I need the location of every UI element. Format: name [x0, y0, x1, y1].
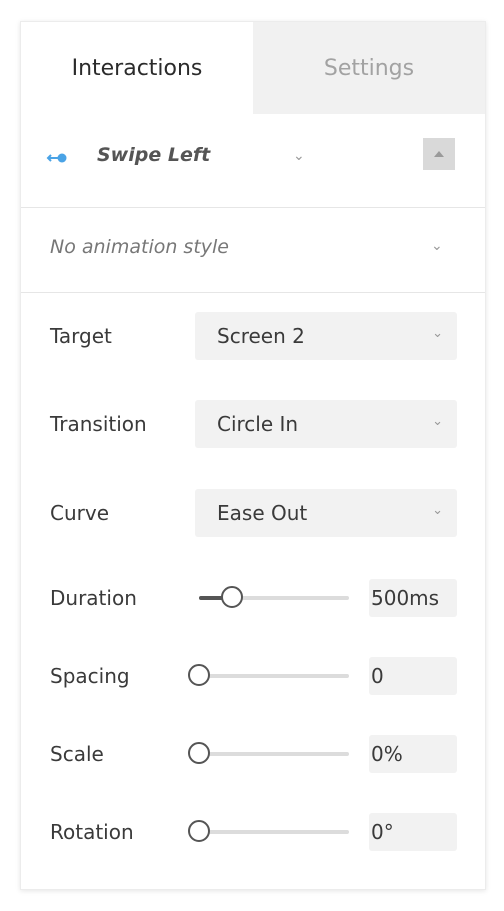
- curve-value: Ease Out: [217, 501, 308, 525]
- curve-select[interactable]: Ease Out ⌄: [195, 489, 457, 537]
- transition-select[interactable]: Circle In ⌄: [195, 400, 457, 448]
- scale-slider-handle[interactable]: [188, 742, 210, 764]
- rotation-slider[interactable]: [188, 820, 349, 842]
- spacing-slider[interactable]: [188, 664, 349, 686]
- chevron-down-icon: ⌄: [431, 238, 443, 254]
- spacing-input[interactable]: 0: [369, 657, 457, 695]
- chevron-down-icon: ⌄: [432, 503, 443, 518]
- tab-interactions[interactable]: Interactions: [21, 22, 253, 114]
- spacing-slider-handle[interactable]: [188, 664, 210, 686]
- tab-bar: Interactions Settings: [21, 22, 485, 114]
- duration-slider-handle[interactable]: [221, 586, 243, 608]
- animation-style-select[interactable]: No animation style ⌄: [21, 208, 485, 293]
- target-label: Target: [50, 324, 112, 348]
- target-value: Screen 2: [217, 324, 305, 348]
- duration-slider[interactable]: [199, 586, 349, 608]
- chevron-down-icon: ⌄: [432, 414, 443, 429]
- swipe-left-icon: [46, 153, 67, 163]
- rotation-slider-handle[interactable]: [188, 820, 210, 842]
- collapse-button[interactable]: [423, 138, 455, 170]
- chevron-up-icon: [434, 151, 444, 157]
- interactions-panel: Interactions Settings Swipe Left ⌄ No an…: [20, 21, 486, 890]
- scale-label: Scale: [50, 742, 104, 766]
- scale-input[interactable]: 0%: [369, 735, 457, 773]
- rotation-input[interactable]: 0°: [369, 813, 457, 851]
- tab-settings[interactable]: Settings: [253, 22, 485, 114]
- duration-input[interactable]: 500ms: [369, 579, 457, 617]
- chevron-down-icon: ⌄: [432, 326, 443, 341]
- duration-label: Duration: [50, 586, 137, 610]
- chevron-down-icon[interactable]: ⌄: [293, 148, 305, 164]
- curve-label: Curve: [50, 501, 110, 525]
- trigger-row[interactable]: Swipe Left ⌄: [21, 114, 485, 208]
- transition-label: Transition: [50, 412, 147, 436]
- animation-style-label: No animation style: [50, 236, 229, 258]
- transition-value: Circle In: [217, 412, 299, 436]
- spacing-label: Spacing: [50, 664, 130, 688]
- target-select[interactable]: Screen 2 ⌄: [195, 312, 457, 360]
- trigger-label: Swipe Left: [97, 144, 211, 166]
- rotation-label: Rotation: [50, 820, 134, 844]
- scale-slider[interactable]: [188, 742, 349, 764]
